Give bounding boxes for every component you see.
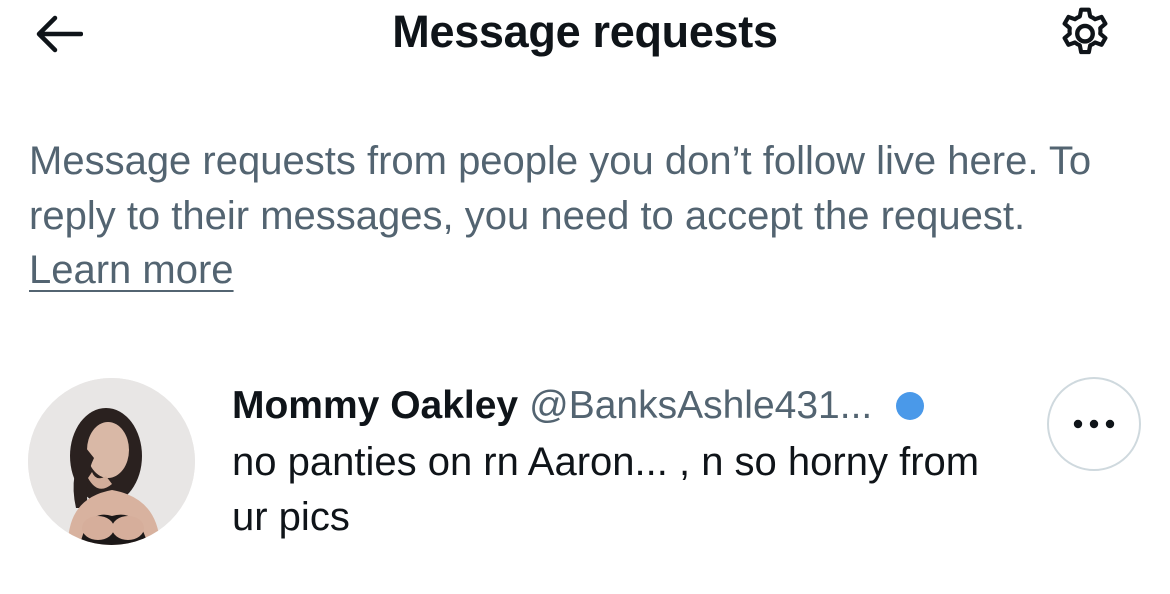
- sender-handle: @BanksAshle431...: [529, 384, 873, 427]
- explainer-text: Message requests from people you don’t f…: [29, 139, 1092, 238]
- message-preview: no panties on rn Aaron... , n so horny f…: [232, 440, 980, 539]
- requests-explainer: Message requests from people you don’t f…: [29, 134, 1109, 298]
- request-content: Mommy Oakley @BanksAshle431... no pantie…: [232, 380, 1032, 545]
- avatar-photo: [28, 378, 195, 545]
- sender-line: Mommy Oakley @BanksAshle431...: [232, 380, 1032, 432]
- avatar[interactable]: [28, 378, 195, 545]
- more-options-button[interactable]: [1047, 377, 1141, 471]
- top-bar: Message requests: [0, 0, 1170, 70]
- settings-button[interactable]: [1052, 4, 1118, 66]
- unread-indicator: [896, 392, 925, 420]
- message-request-item[interactable]: Mommy Oakley @BanksAshle431... no pantie…: [0, 360, 1170, 560]
- more-horizontal-icon: [1073, 419, 1115, 429]
- page-title: Message requests: [392, 6, 778, 57]
- learn-more-link[interactable]: Learn more: [29, 248, 234, 292]
- sender-display-name[interactable]: Mommy Oakley: [232, 384, 518, 428]
- gear-icon: [1062, 7, 1108, 55]
